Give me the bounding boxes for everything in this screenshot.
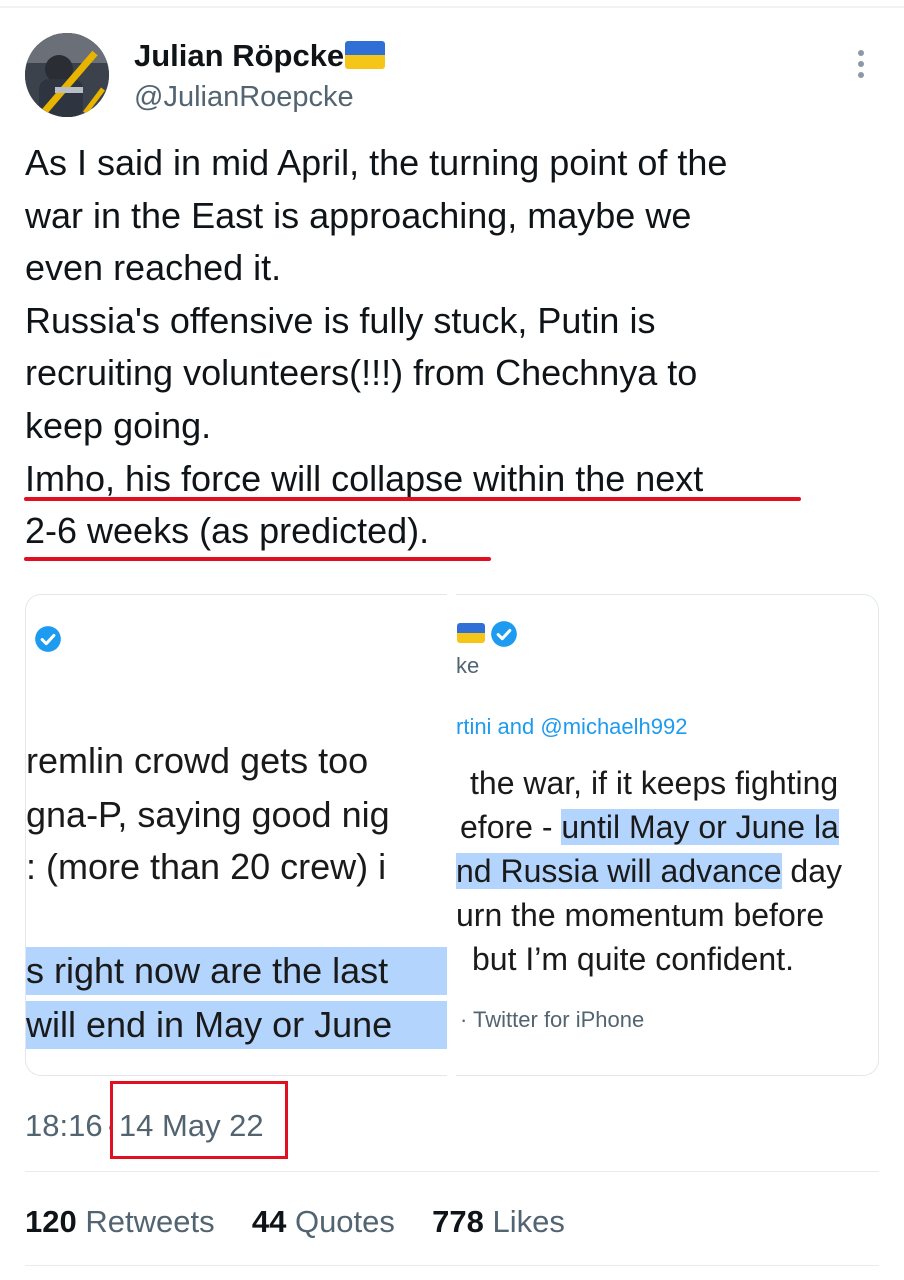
tweet-line: keep going.	[25, 404, 212, 446]
embedded-text-line: the war, if it keeps fighting	[470, 765, 839, 801]
tweet-line: even reached it.	[25, 247, 282, 289]
red-annotation-box	[110, 1081, 288, 1159]
likes-label: Likes	[492, 1204, 565, 1239]
embedded-highlight-line: will end in May or June	[26, 1001, 447, 1049]
tweet-line: 2-6 weeks (as predicted).	[25, 510, 430, 552]
embedded-screenshot-left[interactable]: remlin crowd gets too gna-P, saying good…	[25, 594, 447, 1076]
ukraine-flag-icon	[345, 41, 386, 69]
embedded-text-plain: efore -	[460, 809, 562, 845]
avatar[interactable]	[25, 33, 109, 117]
embedded-text-line: : (more than 20 crew) i	[26, 846, 387, 887]
engagement-stats: 120 Retweets 44 Quotes 778 Likes	[25, 1202, 565, 1242]
avatar-image	[25, 33, 109, 117]
reply-handle[interactable]: @michaelh992	[540, 714, 687, 739]
author-name[interactable]: Julian Röpcke	[134, 38, 386, 74]
quotes-stat[interactable]: 44 Quotes	[252, 1204, 395, 1239]
retweets-label: Retweets	[85, 1204, 215, 1239]
retweets-count: 120	[25, 1204, 77, 1239]
tweet-line: Russia's offensive is fully stuck, Putin…	[25, 299, 656, 341]
tweet-text: As I said in mid April, the turning poin…	[25, 137, 885, 558]
embedded-text-line: remlin crowd gets too	[26, 740, 369, 781]
embedded-text-line: but I’m quite confident.	[472, 941, 794, 977]
tweet-line: war in the East is approaching, maybe we	[25, 194, 692, 236]
embedded-source: · Twitter for iPhone	[460, 1007, 645, 1032]
likes-stat[interactable]: 778 Likes	[432, 1204, 565, 1239]
red-underline	[24, 497, 801, 501]
author-name-text: Julian Röpcke	[134, 38, 345, 73]
divider	[25, 1265, 879, 1266]
embedded-screenshot-right[interactable]: ke rtini and @michaelh992 the war, if it…	[456, 594, 879, 1076]
ukraine-flag-icon	[457, 623, 485, 643]
embedded-text-plain: day	[781, 853, 842, 889]
verified-badge-icon	[491, 621, 517, 647]
red-underline	[24, 557, 491, 561]
embedded-reply-line: rtini and @michaelh992	[456, 714, 687, 740]
quotes-count: 44	[251, 1204, 287, 1239]
embedded-text-line: efore - until May or June la	[460, 805, 839, 849]
embedded-text-line: urn the momentum before	[456, 897, 825, 933]
likes-count: 778	[432, 1204, 484, 1239]
tweet-line: As I said in mid April, the turning poin…	[25, 142, 728, 183]
embedded-highlight-line: s right now are the last	[26, 947, 447, 995]
top-divider	[0, 6, 904, 8]
embedded-highlight: nd Russia will advance	[456, 853, 782, 889]
embedded-text-line: gna-P, saying good nig	[26, 794, 390, 835]
verified-badge-icon	[35, 626, 61, 652]
embedded-text-line: nd Russia will advance day	[456, 849, 842, 893]
author-handle[interactable]: @JulianRoepcke	[134, 80, 354, 114]
retweets-stat[interactable]: 120 Retweets	[25, 1204, 215, 1239]
tweet-time: 18:16	[25, 1108, 103, 1143]
divider	[25, 1171, 879, 1172]
quotes-label: Quotes	[294, 1204, 395, 1239]
reply-prefix: rtini and	[456, 714, 541, 739]
embedded-highlight: until May or June la	[561, 809, 839, 845]
tweet-line: recruiting volunteers(!!!) from Chechnya…	[25, 352, 698, 394]
more-options-icon[interactable]	[846, 50, 876, 90]
embedded-name-fragment: ke	[456, 653, 480, 678]
